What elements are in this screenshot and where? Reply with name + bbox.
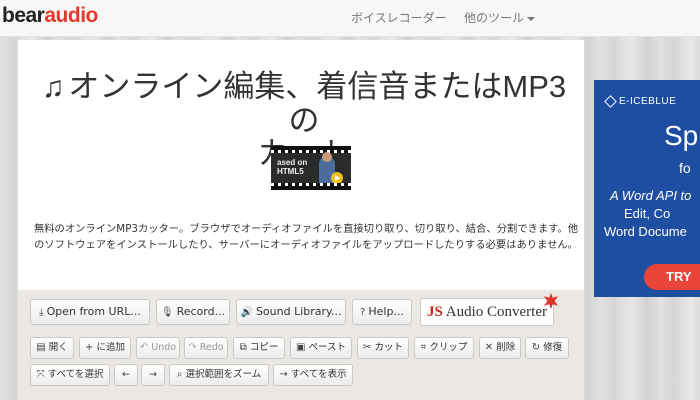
copy-button[interactable]: ⧉ コピー xyxy=(233,337,285,359)
advertisement-banner[interactable]: E-ICEBLUE Spi fo A Word API to Edit, Co … xyxy=(594,80,700,297)
copy-icon: ⧉ xyxy=(239,342,247,353)
ad-subheadline: fo xyxy=(679,160,691,176)
logo-text-bear: bear xyxy=(2,4,45,27)
ad-try-button[interactable]: TRY xyxy=(644,264,700,290)
nav-voice-recorder[interactable]: ボイスレコーダー xyxy=(351,9,447,26)
scissors-icon: ✂ xyxy=(363,342,372,353)
eiceblue-logo-icon xyxy=(604,94,617,108)
sound-library-button[interactable]: 🔊 Sound Library... xyxy=(236,299,346,325)
nav-other-tools-label: 他のツール xyxy=(464,11,525,25)
sound-library-label: Sound Library... xyxy=(255,305,342,318)
open-from-url-label: Open from URL... xyxy=(46,305,141,318)
select-right-button[interactable]: → xyxy=(141,364,165,386)
hero-card: ♫オンライン編集、着信音またはMP3の カット ased onHTML5 無料の… xyxy=(18,40,584,290)
help-label: Help... xyxy=(368,305,404,318)
repair-icon: ↻ xyxy=(531,342,541,353)
close-icon: ✕ xyxy=(484,342,494,353)
ad-headline: Spi xyxy=(664,120,700,151)
undo-label: Undo xyxy=(151,342,177,353)
expand-icon: ⤧ xyxy=(36,369,45,380)
clip-label: クリップ xyxy=(429,342,468,353)
video-caption: ased on HTML5 xyxy=(277,158,308,176)
open-from-url-button[interactable]: ⤓ Open from URL... xyxy=(30,299,150,325)
redo-button[interactable]: ↷ Redo xyxy=(184,337,228,359)
paste-label: ペースト xyxy=(308,342,346,353)
undo-button[interactable]: ↶ Undo xyxy=(136,337,180,359)
microphone-icon: 🎙 xyxy=(160,307,174,318)
nav-other-tools[interactable]: 他のツール xyxy=(464,9,536,26)
logo-text-audio: audio xyxy=(44,4,98,27)
paste-button[interactable]: ▣ ペースト xyxy=(290,337,352,359)
cut-button[interactable]: ✂ カット xyxy=(357,337,409,359)
undo-icon: ↶ xyxy=(139,342,149,353)
paste-icon: ▣ xyxy=(296,342,306,353)
js-label: JS xyxy=(426,304,443,320)
delete-label: 削除 xyxy=(496,342,516,353)
help-button[interactable]: ? Help... xyxy=(352,299,412,325)
open-button[interactable]: ▤ 開く xyxy=(30,337,74,359)
open-label: 開く xyxy=(48,342,68,353)
append-label: に追加 xyxy=(96,342,125,353)
ad-line-1: A Word API to xyxy=(610,188,692,203)
hero-description: 無料のオンラインMP3カッター。ブラウザでオーディオファイルを直接切り取り、切り… xyxy=(33,223,579,251)
film-strip-bottom xyxy=(271,183,351,186)
plus-icon: + xyxy=(85,342,94,353)
question-icon: ? xyxy=(360,307,366,318)
caret-down-icon xyxy=(527,16,536,21)
bearaudio-logo[interactable]: bearaudio xyxy=(2,4,98,28)
redo-icon: ↷ xyxy=(188,342,197,353)
music-note-icon: ♫ xyxy=(41,71,65,104)
copy-label: コピー xyxy=(249,342,279,353)
js-audio-converter-button[interactable]: JS Audio Converter xyxy=(420,293,559,326)
delete-button[interactable]: ✕ 削除 xyxy=(479,337,521,359)
repair-label: 修復 xyxy=(543,342,563,353)
show-all-button[interactable]: → すべてを表示 xyxy=(273,364,353,386)
repair-button[interactable]: ↻ 修復 xyxy=(525,337,569,359)
show-all-label: すべてを表示 xyxy=(290,369,347,380)
clip-button[interactable]: ⌗ クリップ xyxy=(414,337,474,359)
arrow-right-icon: → xyxy=(149,369,157,380)
append-button[interactable]: + に追加 xyxy=(79,337,131,359)
speaker-icon: 🔊 xyxy=(240,307,253,318)
ad-line-2: Edit, Co xyxy=(624,206,671,221)
title-line-1: オンライン編集、着信音またはMP3の xyxy=(68,69,567,138)
select-all-button[interactable]: ⤧ すべてを選択 xyxy=(30,364,110,386)
zoom-selection-label: 選択範囲をズーム xyxy=(185,369,262,380)
film-strip-top xyxy=(271,150,351,153)
video-thumbnail[interactable]: ased on HTML5 xyxy=(271,146,351,190)
record-label: Record... xyxy=(176,305,226,318)
crop-icon: ⌗ xyxy=(420,342,427,353)
record-button[interactable]: 🎙 Record... xyxy=(156,299,230,325)
audio-converter-label: Audio Converter xyxy=(445,304,547,320)
ad-line-3: Word Docume xyxy=(604,224,687,239)
top-navbar: bearaudio ボイスレコーダー 他のツール xyxy=(0,0,700,37)
arrow-right-icon: → xyxy=(279,369,288,380)
ad-brand: E-ICEBLUE xyxy=(604,94,676,108)
presenter-head xyxy=(322,152,332,162)
zoom-selection-button[interactable]: ⌕ 選択範囲をズーム xyxy=(169,364,269,386)
redo-label: Redo xyxy=(199,342,224,353)
select-left-button[interactable]: ← xyxy=(114,364,138,386)
select-all-label: すべてを選択 xyxy=(47,369,104,380)
cut-label: カット xyxy=(374,342,403,353)
download-icon: ⤓ xyxy=(39,307,44,318)
arrow-left-icon: ← xyxy=(122,369,130,380)
zoom-icon: ⌕ xyxy=(176,369,183,380)
folder-open-icon: ▤ xyxy=(36,342,46,353)
